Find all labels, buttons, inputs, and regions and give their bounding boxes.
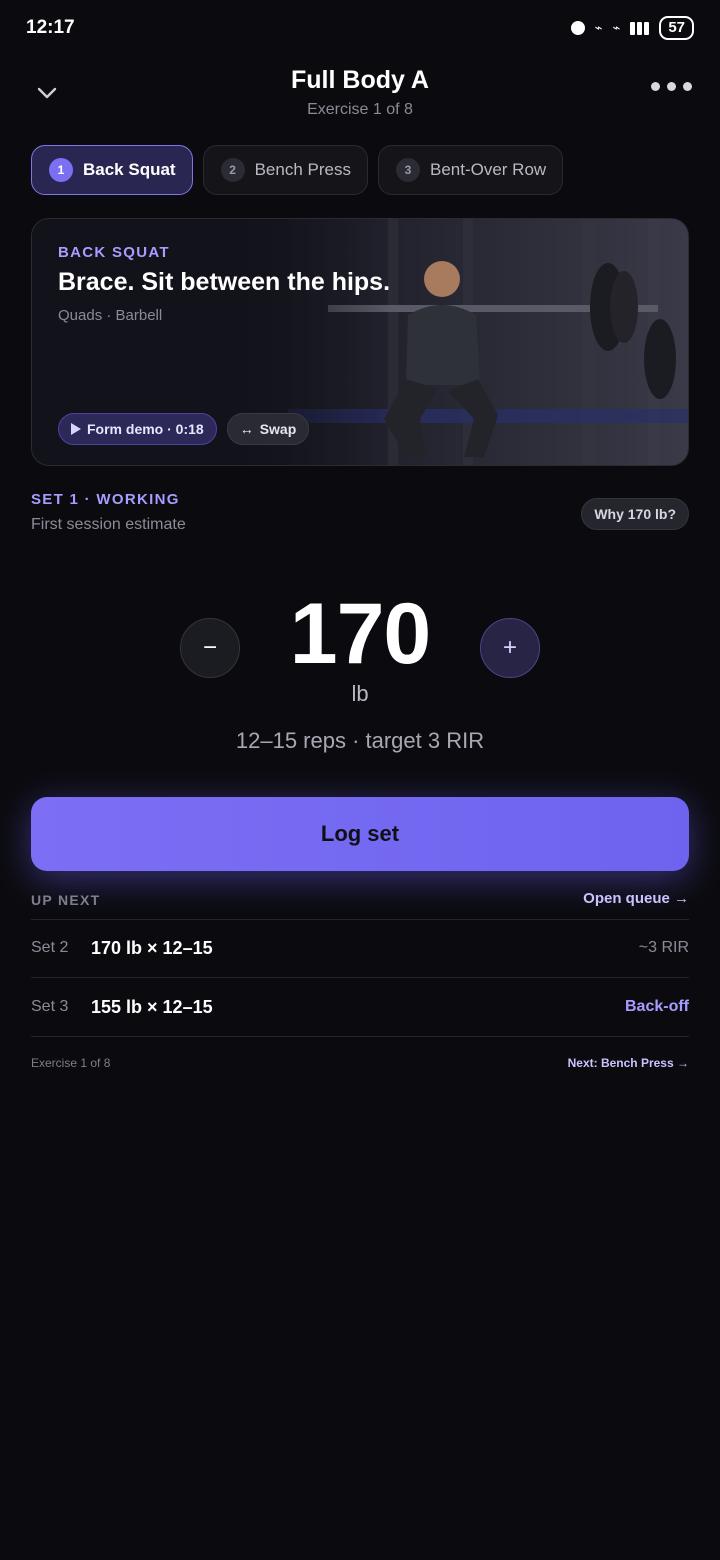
swap-icon: ↔ <box>239 421 254 437</box>
swap-label: Swap <box>259 421 297 437</box>
status-time: 12:17 <box>26 17 75 38</box>
divider <box>31 977 689 978</box>
form-cue: Brace. Sit between the hips. <box>58 268 391 296</box>
up-next-set-value: 170 lb × 12–15 <box>91 938 213 958</box>
page-subtitle: Exercise 1 of 8 <box>307 101 413 118</box>
tab-back-squat[interactable]: 1 Back Squat <box>31 145 193 195</box>
tab-number: 2 <box>220 158 245 182</box>
weight-unit: lb <box>351 681 369 706</box>
set-subtitle: First session estimate <box>31 516 186 533</box>
tab-number: 1 <box>49 158 73 182</box>
divider <box>31 919 689 920</box>
hero-actions: Form demo · 0:18 ↔ Swap <box>58 413 310 445</box>
up-next-set-value: 155 lb × 12–15 <box>91 997 213 1017</box>
up-next-set-label: Set 3 <box>31 998 69 1015</box>
tab-label: Back Squat <box>83 160 176 179</box>
weight-value: 170 <box>289 586 432 682</box>
form-demo-button[interactable]: Form demo · 0:18 <box>58 413 217 445</box>
form-demo-label: Form demo · 0:18 <box>87 421 204 437</box>
set-title: SET 1 · WORKING <box>31 491 180 508</box>
up-next-set-label: Set 2 <box>31 939 69 956</box>
exercise-tabs: 1 Back Squat 2 Bench Press 3 Bent-Over R… <box>31 145 564 195</box>
increase-weight-button[interactable]: + <box>480 618 540 678</box>
more-options-icon[interactable] <box>651 82 692 91</box>
rep-target: 12–15 reps · target 3 RIR <box>235 728 485 753</box>
record-dot-icon <box>570 21 585 35</box>
swap-button[interactable]: ↔ Swap <box>226 413 310 445</box>
data-arrow-icon: ⌁ <box>594 20 603 35</box>
tab-bent-over-row[interactable]: 3 Bent-Over Row <box>377 145 564 195</box>
tab-label: Bent-Over Row <box>429 160 547 179</box>
play-icon <box>71 423 81 435</box>
exercise-progress: Exercise 1 of 8 <box>31 1056 111 1070</box>
next-exercise-link[interactable]: Next: Bench Press → <box>568 1056 689 1070</box>
exercise-meta: Quads · Barbell <box>58 307 163 324</box>
up-next-set-note: ~3 RIR <box>638 939 689 956</box>
status-bar: 12:17 ⌁ ⌁ 57 <box>0 0 720 58</box>
tab-bench-press[interactable]: 2 Bench Press <box>202 145 368 195</box>
up-next-heading: UP NEXT <box>31 892 101 908</box>
log-set-button[interactable]: Log set <box>31 797 689 871</box>
page-title: Full Body A <box>291 66 429 94</box>
signal-icon <box>630 21 650 35</box>
tab-number: 3 <box>395 158 420 182</box>
wifi-icon: ⌁ <box>612 20 621 35</box>
status-icons: ⌁ ⌁ 57 <box>570 16 694 40</box>
exercise-hero-card: BACK SQUAT Brace. Sit between the hips. … <box>31 218 689 466</box>
divider <box>31 1036 689 1037</box>
exercise-name: BACK SQUAT <box>58 244 170 261</box>
battery-indicator: 57 <box>659 16 694 40</box>
tab-label: Bench Press <box>254 160 351 179</box>
open-queue-link[interactable]: Open queue → <box>583 890 689 907</box>
up-next-set-note: Back-off <box>624 998 689 1015</box>
why-weight-button[interactable]: Why 170 lb? <box>581 498 689 530</box>
